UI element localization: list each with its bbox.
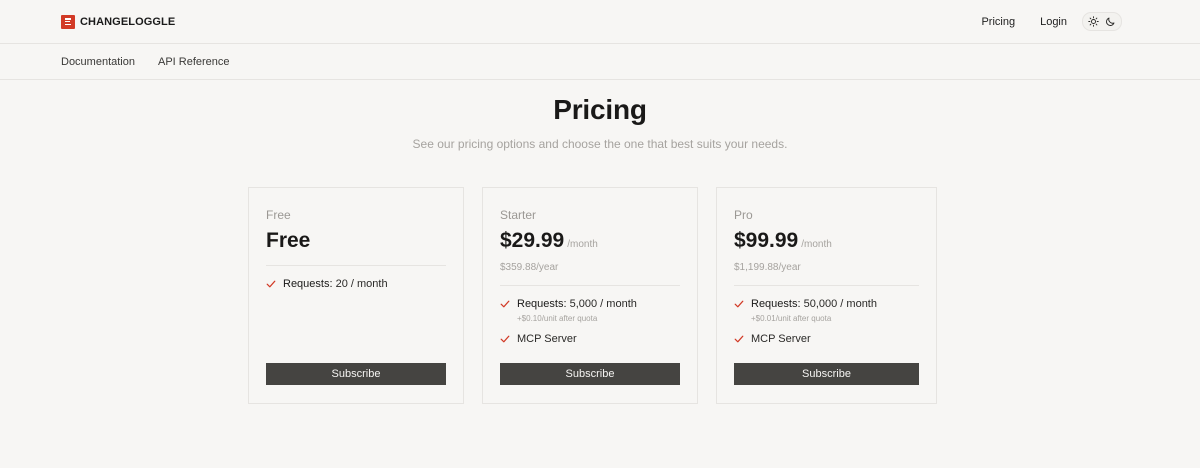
divider (734, 285, 919, 286)
feature-value: 5,000 / month (569, 298, 637, 310)
nav-api-reference-link[interactable]: API Reference (158, 56, 230, 68)
plan-name: Pro (734, 208, 753, 222)
plan-yearly-price: $359.88/year (500, 262, 559, 273)
plan-card-pro: Pro $99.99 /month $1,199.88/year Request… (716, 187, 937, 404)
plan-name: Starter (500, 208, 537, 222)
moon-icon[interactable] (1104, 15, 1117, 28)
feature-list: Requests: 50,000 / month +$0.01/unit aft… (734, 298, 919, 346)
feature-item: Requests: 5,000 / month +$0.10/unit afte… (500, 298, 680, 325)
nav-login-link[interactable]: Login (1040, 16, 1067, 28)
check-icon (734, 335, 744, 343)
feature-text: Requests: 5,000 / month +$0.10/unit afte… (517, 298, 637, 325)
check-icon (500, 300, 510, 308)
divider (500, 285, 680, 286)
feature-text: MCP Server (751, 333, 811, 345)
subscribe-button-starter[interactable]: Subscribe (500, 363, 680, 385)
plan-yearly-price: $1,199.88/year (734, 262, 801, 273)
price-row: $29.99 /month (500, 229, 680, 253)
top-nav: Pricing Login (981, 12, 1122, 31)
feature-text: MCP Server (517, 333, 577, 345)
page-title: Pricing (553, 94, 647, 125)
feature-list: Requests: 20 / month (266, 278, 446, 291)
feature-note: +$0.01/unit after quota (751, 314, 832, 323)
plan-price: Free (266, 229, 311, 252)
feature-value: 20 / month (335, 278, 388, 290)
divider (266, 265, 446, 266)
brand[interactable]: CHANGELOGGLE (61, 14, 176, 29)
plan-price: $99.99 (734, 229, 799, 252)
feature-list: Requests: 5,000 / month +$0.10/unit afte… (500, 298, 680, 346)
feature-item: Requests: 50,000 / month +$0.01/unit aft… (734, 298, 919, 325)
plan-card-free: Free Free Requests: 20 / month Subscribe (248, 187, 464, 404)
pricing-cards: Free Free Requests: 20 / month Subscribe… (0, 187, 1200, 404)
feature-value: 50,000 / month (803, 298, 877, 310)
changeloggle-logo-icon (61, 14, 75, 29)
feature-label: Requests: (517, 298, 567, 310)
feature-label: Requests: (751, 298, 801, 310)
price-row: Free (266, 229, 446, 253)
plan-price-period: /month (801, 239, 832, 250)
plan-price: $29.99 (500, 229, 565, 252)
page-subtitle: See our pricing options and choose the o… (412, 137, 788, 151)
check-icon (734, 300, 744, 308)
check-icon (500, 335, 510, 343)
nav-pricing-link[interactable]: Pricing (981, 16, 1015, 28)
top-bar: CHANGELOGGLE Pricing Login (0, 0, 1200, 44)
theme-toggle[interactable] (1082, 12, 1122, 31)
sub-nav: Documentation API Reference (0, 44, 1200, 80)
feature-text: Requests: 50,000 / month +$0.01/unit aft… (751, 298, 877, 325)
plan-card-starter: Starter $29.99 /month $359.88/year Reque… (482, 187, 698, 404)
feature-item: MCP Server (500, 333, 680, 346)
subscribe-button-pro[interactable]: Subscribe (734, 363, 919, 385)
price-row: $99.99 /month (734, 229, 919, 253)
feature-note: +$0.10/unit after quota (517, 314, 598, 323)
brand-name: CHANGELOGGLE (80, 15, 176, 28)
plan-name: Free (266, 208, 291, 222)
check-icon (266, 280, 276, 288)
plan-price-period: /month (567, 239, 598, 250)
hero: Pricing See our pricing options and choo… (0, 94, 1200, 151)
feature-item: Requests: 20 / month (266, 278, 446, 291)
feature-item: MCP Server (734, 333, 919, 346)
subscribe-button-free[interactable]: Subscribe (266, 363, 446, 385)
sun-icon[interactable] (1087, 15, 1100, 28)
nav-documentation-link[interactable]: Documentation (61, 56, 135, 68)
feature-label: Requests: (283, 278, 333, 290)
feature-text: Requests: 20 / month (283, 278, 388, 291)
